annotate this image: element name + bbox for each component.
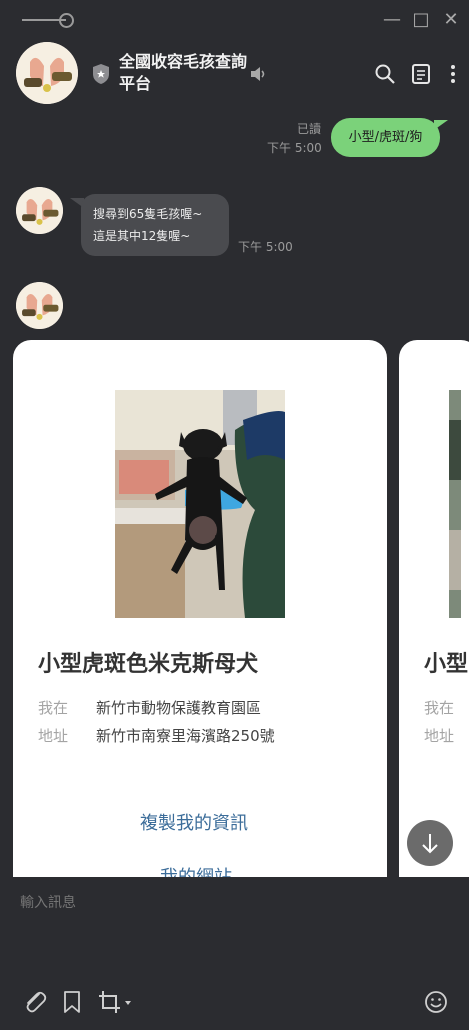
minimize-button[interactable]: — — [380, 8, 404, 32]
bookmark-icon[interactable] — [58, 988, 86, 1016]
sent-message-bubble[interactable]: 小型/虎斑/狗 — [331, 118, 440, 157]
paperclip-icon[interactable] — [21, 988, 49, 1016]
pet-card-title: 小型虎斑色米克斯母犬 — [38, 652, 259, 677]
scroll-to-bottom-button[interactable] — [407, 820, 453, 866]
location-label-next: 我在 — [424, 699, 455, 717]
opacity-slider-knob[interactable] — [59, 13, 74, 28]
received-time: 下午 5:00 — [238, 240, 293, 254]
pet-card-next[interactable]: 小型 我在 地址 — [399, 340, 469, 900]
crop-icon[interactable] — [96, 988, 136, 1016]
pet-card-next-title: 小型 — [424, 652, 469, 677]
received-line-1: 搜尋到65隻毛孩喔~ — [93, 207, 203, 221]
more-icon[interactable] — [441, 62, 465, 86]
notes-icon[interactable] — [409, 62, 433, 86]
pet-photo-next — [449, 390, 461, 618]
sent-time: 下午 5:00 — [267, 141, 322, 155]
pet-card[interactable]: 小型虎斑色米克斯母犬 我在 新竹市動物保護教育園區 地址 新竹市南寮里海濱路25… — [13, 340, 387, 900]
address-label-next: 地址 — [424, 727, 455, 745]
maximize-button[interactable]: □ — [409, 8, 433, 32]
speaker-icon[interactable] — [249, 65, 267, 83]
chat-title: 全國收容毛孩查詢平台 — [119, 52, 248, 93]
received-line-2: 這是其中12隻喔~ — [93, 229, 191, 243]
arrow-down-icon — [422, 834, 438, 854]
pet-photo — [115, 390, 285, 618]
location-label: 我在 — [38, 699, 69, 717]
sender-avatar-carousel[interactable] — [16, 282, 63, 329]
location-value: 新竹市動物保護教育園區 — [96, 699, 262, 717]
close-button[interactable]: ✕ — [439, 8, 463, 32]
window-titlebar: — □ ✕ — [0, 0, 469, 40]
sender-avatar[interactable] — [16, 187, 63, 234]
address-value: 新竹市南寮里海濱路250號 — [96, 727, 275, 745]
search-icon[interactable] — [373, 62, 397, 86]
copy-info-link[interactable]: 複製我的資訊 — [140, 809, 248, 835]
shield-star-icon — [93, 64, 109, 84]
received-message-bubble[interactable]: 搜尋到65隻毛孩喔~ 這是其中12隻喔~ — [81, 194, 229, 256]
address-label: 地址 — [38, 727, 69, 745]
emoji-icon[interactable] — [422, 988, 450, 1016]
message-input[interactable] — [18, 893, 442, 911]
chat-avatar[interactable] — [16, 42, 78, 104]
read-receipt: 已讀 — [297, 122, 322, 136]
